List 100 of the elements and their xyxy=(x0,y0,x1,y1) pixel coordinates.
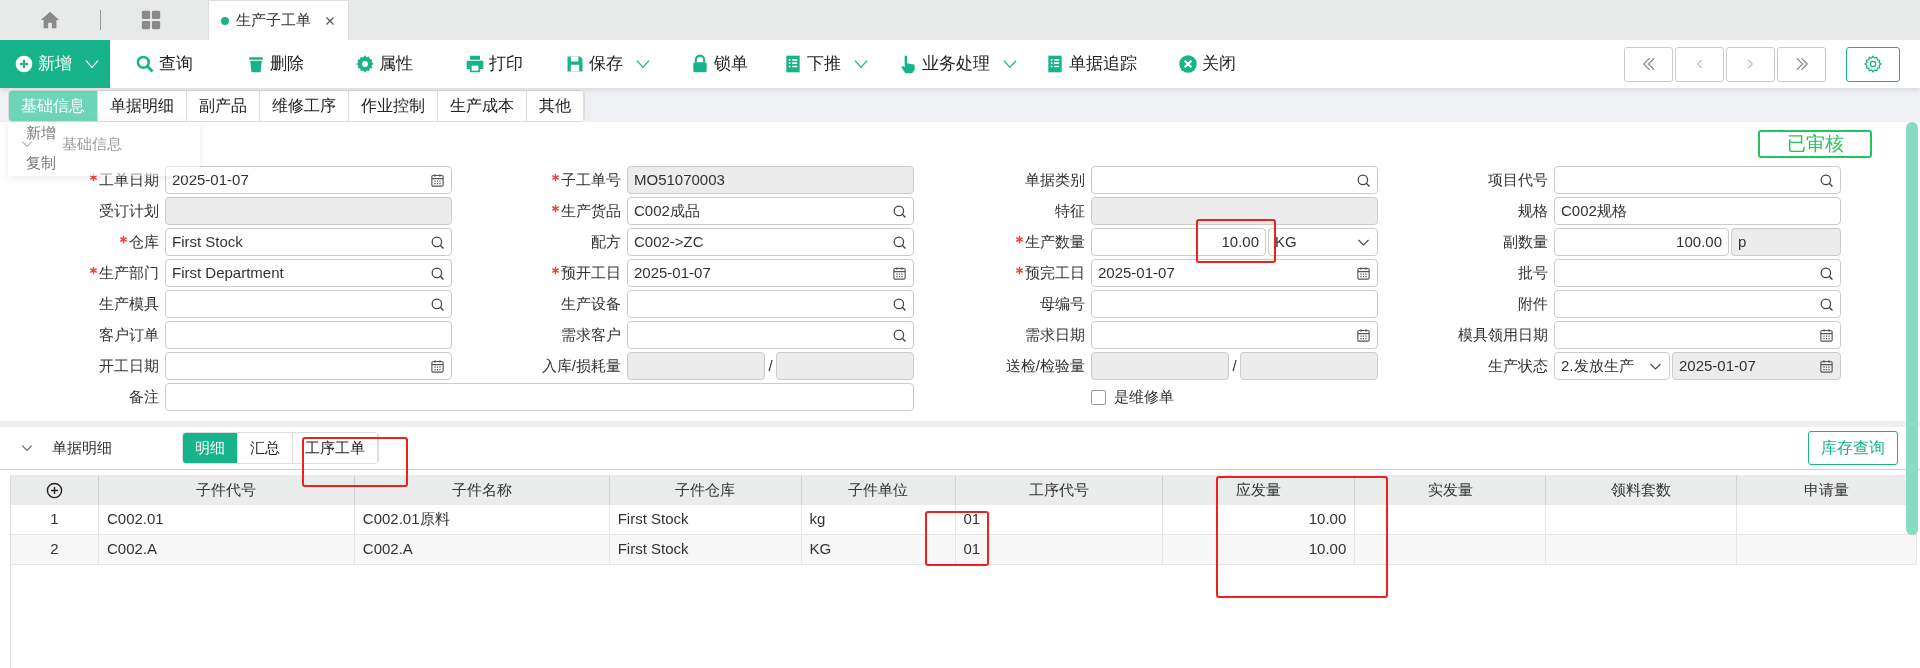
search-icon[interactable] xyxy=(892,234,907,250)
toolbar-button[interactable]: 锁单 xyxy=(665,40,758,88)
close-icon[interactable] xyxy=(324,14,336,27)
trash-icon xyxy=(246,54,266,74)
input-field[interactable] xyxy=(1554,166,1841,194)
toolbar-button[interactable]: 单据追踪 xyxy=(1020,40,1153,88)
field-label: 模具领用日期 xyxy=(1458,324,1548,345)
document-list-icon xyxy=(783,54,803,74)
field-label: 配方 xyxy=(591,231,621,252)
search-icon[interactable] xyxy=(430,234,445,250)
double-chevron-left-icon xyxy=(1641,57,1656,71)
menu-item[interactable]: 新增 xyxy=(26,124,56,142)
input-field[interactable]: 2025-01-07 xyxy=(627,259,914,287)
toolbar-button[interactable]: 查询 xyxy=(110,40,221,88)
field-label: 单据类别 xyxy=(1025,169,1085,190)
input-field[interactable] xyxy=(165,290,452,318)
table-cell: C002.01原料 xyxy=(354,505,610,534)
calendar-icon[interactable] xyxy=(1819,327,1834,343)
field-label: 客户订单 xyxy=(99,324,159,345)
input-field[interactable] xyxy=(1091,166,1378,194)
settings-button[interactable] xyxy=(1846,46,1900,82)
field-label: 备注 xyxy=(129,386,159,407)
input-field[interactable]: 100.00 xyxy=(1554,228,1729,256)
search-icon[interactable] xyxy=(1356,172,1371,188)
toolbar-button[interactable]: 属性 xyxy=(330,40,440,88)
search-icon[interactable] xyxy=(430,265,445,281)
input-field[interactable] xyxy=(165,383,914,411)
search-icon[interactable] xyxy=(1819,296,1834,312)
field-label: 生产设备 xyxy=(561,293,621,314)
input-field[interactable]: 2025-01-07 xyxy=(165,166,452,194)
add-row-icon[interactable] xyxy=(45,481,63,499)
checkbox[interactable] xyxy=(1091,389,1106,405)
search-icon[interactable] xyxy=(430,296,445,312)
search-icon xyxy=(135,54,155,74)
unit-select[interactable]: KG xyxy=(1268,228,1378,256)
calendar-icon[interactable] xyxy=(430,358,445,374)
table-cell: 10.00 xyxy=(1163,505,1356,534)
input-field[interactable] xyxy=(1091,290,1378,318)
slash-separator: / xyxy=(1232,355,1237,376)
input-field[interactable]: 2025-01-07 xyxy=(1091,259,1378,287)
status-select[interactable]: 2.发放生产 xyxy=(1554,352,1670,380)
calendar-icon[interactable] xyxy=(430,172,445,188)
input-field: MO51070003 xyxy=(627,166,914,194)
field-label: 规格 xyxy=(1518,200,1548,221)
field-label: 项目代号 xyxy=(1488,169,1548,190)
field-label: 入库/损耗量 xyxy=(541,355,621,376)
input-field[interactable]: First Stock xyxy=(165,228,452,256)
settings-icon xyxy=(1863,54,1883,74)
input-field[interactable]: C002规格 xyxy=(1554,197,1841,225)
search-icon[interactable] xyxy=(892,203,907,219)
scrollbar-thumb[interactable] xyxy=(1906,122,1918,535)
search-icon[interactable] xyxy=(892,296,907,312)
field-label: 开工日期 xyxy=(99,355,159,376)
table-cell: 10.00 xyxy=(1163,535,1356,564)
table-cell: First Stock xyxy=(609,505,802,534)
calendar-icon[interactable] xyxy=(892,265,907,281)
calendar-icon[interactable] xyxy=(1356,327,1371,343)
input-field[interactable]: 10.00 xyxy=(1091,228,1266,256)
grid-icon[interactable] xyxy=(140,9,162,31)
lock-icon xyxy=(690,54,710,74)
checkbox-label: 是维修单 xyxy=(1114,386,1174,407)
section-title: 基础信息 xyxy=(62,133,122,154)
input-field[interactable] xyxy=(627,321,914,349)
calendar-icon[interactable] xyxy=(1356,265,1371,281)
toolbar-button[interactable]: 保存 xyxy=(540,40,665,88)
chevron-right-icon xyxy=(1746,57,1755,71)
input-field[interactable]: C002->ZC xyxy=(627,228,914,256)
field-label: 母编号 xyxy=(1040,293,1085,314)
toolbar-button[interactable]: 下推 xyxy=(758,40,873,88)
input-field[interactable] xyxy=(627,290,914,318)
input-field[interactable] xyxy=(165,321,452,349)
table-cell: C002.A xyxy=(354,535,610,564)
toolbar-button[interactable]: 打印 xyxy=(440,40,540,88)
input-field[interactable] xyxy=(1554,321,1841,349)
input-field[interactable] xyxy=(1091,321,1378,349)
field-label: 生产货品 xyxy=(561,200,621,221)
field-label: 预完工日 xyxy=(1025,262,1085,283)
date-field[interactable]: 2025-01-07 xyxy=(1672,352,1841,380)
slash-separator: / xyxy=(768,355,773,376)
input-field[interactable] xyxy=(1554,259,1841,287)
home-icon[interactable] xyxy=(39,9,61,31)
input-field[interactable]: First Department xyxy=(165,259,452,287)
table-cell: C002.A xyxy=(98,535,355,564)
input-field[interactable] xyxy=(165,352,452,380)
field-label: 附件 xyxy=(1518,293,1548,314)
toolbar-button[interactable]: 业务处理 xyxy=(873,40,1020,88)
field-label: 生产数量 xyxy=(1025,231,1085,252)
document-tab[interactable]: 生产子工单 xyxy=(208,0,349,40)
menu-item[interactable]: 复制 xyxy=(26,154,56,172)
field-label: 批号 xyxy=(1518,262,1548,283)
input-field[interactable]: C002成品 xyxy=(627,197,914,225)
toolbar-button[interactable]: 关闭 xyxy=(1153,40,1263,88)
toolbar-button[interactable]: 删除 xyxy=(221,40,330,88)
gear-icon xyxy=(355,54,375,74)
table-cell: 01 xyxy=(955,505,1164,534)
input-field[interactable] xyxy=(1554,290,1841,318)
search-icon[interactable] xyxy=(892,327,907,343)
search-icon[interactable] xyxy=(1819,172,1834,188)
calendar-icon[interactable] xyxy=(1819,358,1834,374)
search-icon[interactable] xyxy=(1819,265,1834,281)
